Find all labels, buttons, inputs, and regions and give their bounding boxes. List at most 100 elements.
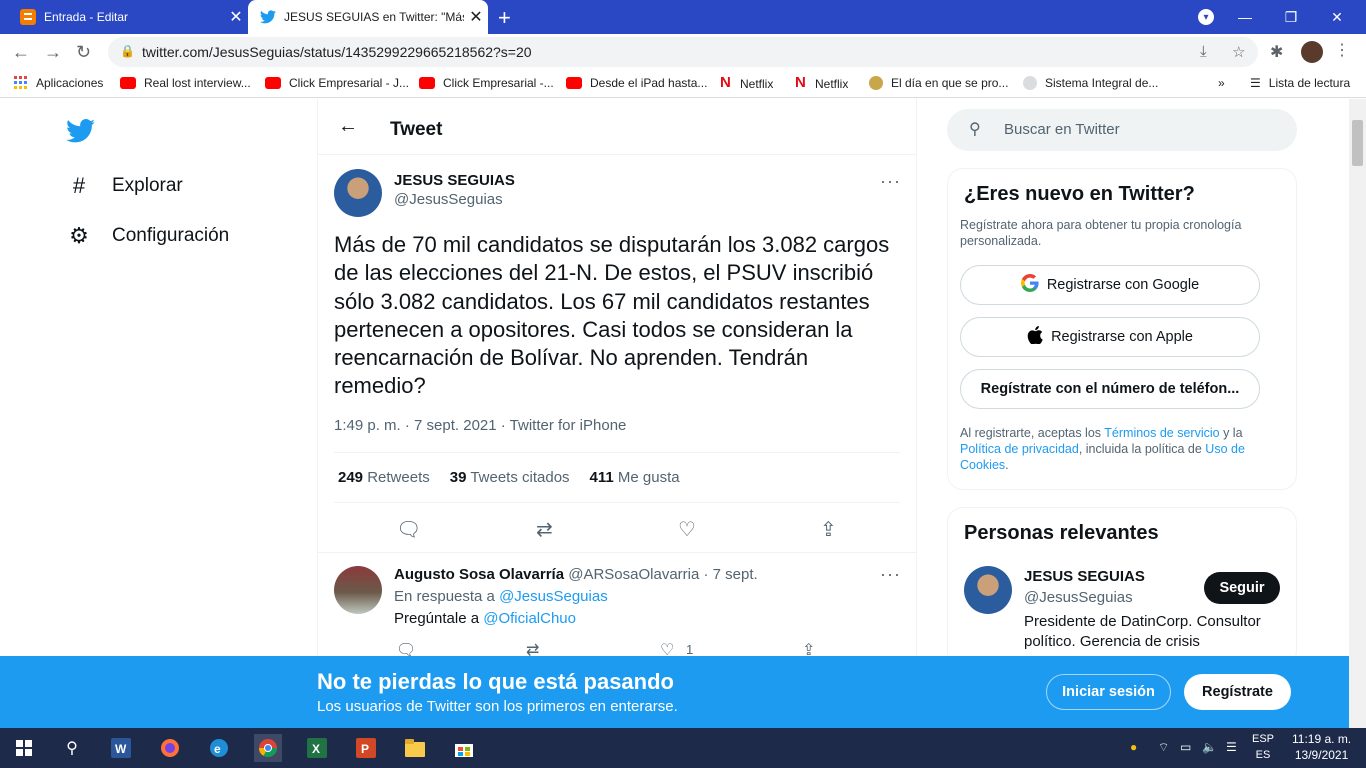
chrome-icon[interactable] [254,734,282,762]
profile-avatar[interactable] [1301,41,1323,63]
bookmark-star-icon[interactable]: ☆ [1232,43,1245,61]
bookmark-item[interactable]: El día en que se pro... [869,76,1008,90]
relevant-handle[interactable]: @JesusSeguias [1024,589,1133,606]
close-tab-icon[interactable]: ✕ [224,7,248,27]
privacy-link[interactable]: Política de privacidad [960,442,1079,456]
store-icon[interactable] [450,734,478,762]
browser-toolbar: ← → ↻ 🔒 twitter.com/JesusSeguias/status/… [0,34,1366,70]
bookmark-label: Desde el iPad hasta... [590,76,708,90]
apple-signup-button[interactable]: Registrarse con Apple [960,317,1260,357]
forward-icon[interactable]: → [44,42,62,63]
edge-icon[interactable]: e [205,734,233,762]
author-avatar[interactable] [334,169,382,217]
minimize-icon[interactable]: — [1222,9,1268,25]
bookmark-item[interactable]: Real lost interview... [120,76,251,90]
mention-link[interactable]: @OficialChuo [483,610,576,627]
follow-button[interactable]: Seguir [1204,572,1280,604]
terms-link[interactable]: Términos de servicio [1104,426,1219,440]
reply-more-icon[interactable]: ··· [880,564,901,585]
google-signup-button[interactable]: Registrarse con Google [960,265,1260,305]
search-icon[interactable]: ⚲ [58,734,86,762]
search-input[interactable]: Buscar en Twitter [1004,121,1120,138]
in-reply-to: En respuesta a @JesusSeguias [394,588,608,605]
relevant-title: Personas relevantes [964,522,1159,544]
install-icon[interactable]: ⤓ [1200,43,1207,60]
nav-explorar[interactable]: # Explorar [66,173,183,199]
in-reply-to-link[interactable]: @JesusSeguias [499,588,608,605]
scrollbar-thumb[interactable] [1352,120,1363,166]
bookmarks-overflow[interactable]: » [1218,76,1225,90]
battery-icon[interactable]: ▭ [1180,740,1191,754]
excel-icon[interactable]: X [303,734,331,762]
relevant-avatar[interactable] [964,566,1012,614]
reading-list[interactable]: ☰ Lista de lectura [1250,76,1350,90]
author-handle[interactable]: @JesusSeguias [394,191,515,208]
reply-avatar[interactable] [334,566,382,614]
reply-date[interactable]: · 7 sept. [699,566,758,583]
reply-icon[interactable]: 🗨 [396,517,421,542]
like-icon[interactable]: ♡ [678,517,696,542]
quotes-stat[interactable]: 39 Tweets citados [450,469,570,486]
bookmark-item[interactable]: Desde el iPad hasta... [566,76,707,90]
url-text[interactable]: twitter.com/JesusSeguias/status/14352992… [142,44,532,60]
phone-signup-button[interactable]: Regístrate con el número de teléfon... [960,369,1260,409]
tray-app-icon[interactable]: ● [1130,740,1137,754]
windows-start-icon[interactable] [10,734,38,762]
bookmark-label: El día en que se pro... [891,76,1009,90]
share-icon[interactable]: ⇪ [820,517,837,542]
reload-icon[interactable]: ↻ [76,42,91,63]
reply-author-handle[interactable]: @ARSosaOlavarria [568,566,699,583]
file-explorer-icon[interactable] [401,734,429,762]
author-name[interactable]: JESUS SEGUIAS [394,172,515,189]
youtube-icon [566,77,582,89]
bookmark-item[interactable]: Click Empresarial -... [419,76,554,90]
signup-title: ¿Eres nuevo en Twitter? [964,183,1195,205]
netflix-icon: N [720,74,731,91]
tweet-meta[interactable]: 1:49 p. m. · 7 sept. 2021 · Twitter for … [334,417,626,434]
firefox-icon[interactable] [156,734,184,762]
browser-menu-icon[interactable]: ⋮ [1334,40,1350,60]
maximize-icon[interactable]: ❐ [1268,9,1314,26]
bookmark-item[interactable]: Sistema Integral de... [1023,76,1158,90]
likes-stat[interactable]: 411 Me gusta [590,469,680,486]
tab-entrada[interactable]: Entrada - Editar ✕ [8,0,248,34]
extensions-icon[interactable]: ✱ [1270,42,1283,62]
tab-search-icon[interactable]: ▾ [1198,9,1214,25]
clock[interactable]: 11:19 a. m. 13/9/2021 [1292,731,1351,763]
powerpoint-icon[interactable]: P [352,734,380,762]
volume-icon[interactable]: 🔈 [1202,740,1217,754]
lock-icon[interactable]: 🔒 [120,44,135,58]
more-options-icon[interactable]: ··· [880,171,901,192]
wifi-icon[interactable]: ⌔ [1158,740,1169,755]
back-arrow-icon[interactable]: ← [338,115,358,138]
bookmark-item[interactable]: N Netflix [720,74,773,92]
register-button[interactable]: Regístrate [1184,674,1291,710]
retweets-stat[interactable]: 249 Retweets [338,469,430,486]
page-scrollbar[interactable] [1349,99,1366,728]
apps-icon [14,76,28,90]
search-box[interactable]: ⚲ Buscar en Twitter [947,109,1297,151]
login-button[interactable]: Iniciar sesión [1046,674,1171,710]
back-icon[interactable]: ← [12,42,30,63]
word-icon[interactable]: W [107,734,135,762]
nav-label: Configuración [112,225,230,246]
address-bar[interactable]: 🔒 twitter.com/JesusSeguias/status/143529… [108,37,1258,67]
twitter-logo-icon[interactable] [66,119,95,148]
nav-configuracion[interactable]: ⚙ Configuración [66,223,229,249]
notifications-icon[interactable]: ☰ [1226,740,1237,754]
close-window-icon[interactable]: ✕ [1314,9,1360,26]
close-tab-icon[interactable]: ✕ [464,7,488,27]
tab-twitter[interactable]: JESUS SEGUIAS en Twitter: "Más d ✕ [248,0,488,34]
bookmark-apps[interactable]: Aplicaciones [14,76,103,90]
svg-text:e: e [214,742,221,756]
bookmark-item[interactable]: N Netflix [795,75,848,92]
gear-icon: ⚙ [69,223,89,248]
tweet-author[interactable]: JESUS SEGUIAS @JesusSeguias [394,172,515,208]
language-indicator[interactable]: ESP ES [1252,731,1274,763]
browser-tab-bar: Entrada - Editar ✕ JESUS SEGUIAS en Twit… [0,0,1366,34]
new-tab-button[interactable]: + [498,5,511,31]
retweet-icon[interactable]: ⇄ [536,517,553,542]
reply-author-name[interactable]: Augusto Sosa Olavarría [394,566,564,583]
relevant-name[interactable]: JESUS SEGUIAS [1024,568,1145,585]
bookmark-item[interactable]: Click Empresarial - J... [265,76,409,90]
